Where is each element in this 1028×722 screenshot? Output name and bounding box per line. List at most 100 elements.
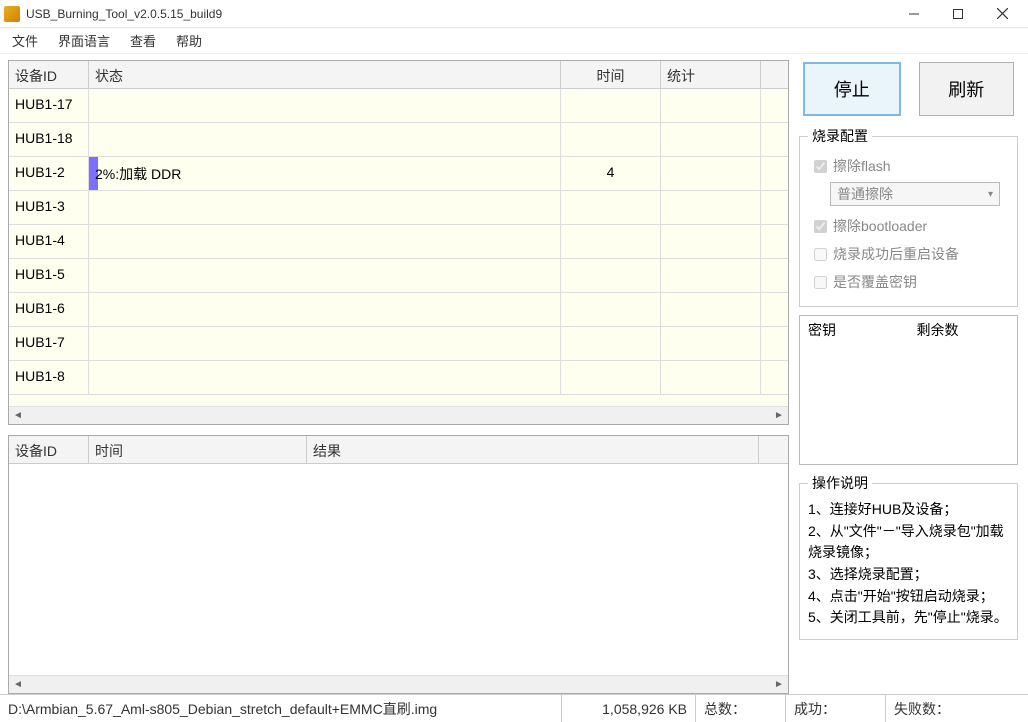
keys-th-remaining[interactable]: 剩余数 xyxy=(909,316,1018,342)
cell-time xyxy=(561,327,661,360)
instruction-line: 4、点击"开始"按钮启动烧录； xyxy=(808,586,1009,608)
cell-device-id: HUB1-17 xyxy=(9,89,89,122)
table-row[interactable]: HUB1-22%:加载 DDR 4 xyxy=(9,157,788,191)
cell-status xyxy=(89,361,561,394)
app-icon xyxy=(4,6,20,22)
table-row[interactable]: HUB1-8 xyxy=(9,361,788,395)
cell-device-id: HUB1-6 xyxy=(9,293,89,326)
cell-stats xyxy=(661,327,761,360)
status-bar: D:\Armbian_5.67_Aml-s805_Debian_stretch_… xyxy=(0,694,1028,722)
th2-device-id[interactable]: 设备ID xyxy=(9,436,89,463)
title-bar: USB_Burning_Tool_v2.0.5.15_build9 xyxy=(0,0,1028,28)
erase-bootloader-label: 擦除bootloader xyxy=(833,216,927,236)
status-text: 2%:加载 DDR xyxy=(89,164,554,184)
maximize-button[interactable] xyxy=(936,0,980,28)
cell-time xyxy=(561,225,661,258)
cell-device-id: HUB1-2 xyxy=(9,157,89,190)
menu-bar: 文件 界面语言 查看 帮助 xyxy=(0,28,1028,54)
instruction-line: 5、关闭工具前，先"停止"烧录。 xyxy=(808,607,1009,629)
erase-flash-checkbox[interactable] xyxy=(814,160,827,173)
cell-stats xyxy=(661,123,761,156)
scroll-right-icon[interactable]: ► xyxy=(770,676,788,693)
cell-status: 2%:加载 DDR xyxy=(89,157,561,190)
menu-help[interactable]: 帮助 xyxy=(168,28,210,53)
th-device-id[interactable]: 设备ID xyxy=(9,61,89,88)
cell-time xyxy=(561,123,661,156)
instruction-line: 2、从"文件"－"导入烧录包"加载烧录镜像； xyxy=(808,521,1009,564)
status-total-label: 总数： xyxy=(696,695,786,722)
reboot-after-checkbox[interactable] xyxy=(814,248,827,261)
keys-th-key[interactable]: 密钥 xyxy=(800,316,909,342)
cell-device-id: HUB1-4 xyxy=(9,225,89,258)
device-table: 设备ID 状态 时间 统计 HUB1-17HUB1-18HUB1-22%:加载 … xyxy=(8,60,789,425)
table-row[interactable]: HUB1-18 xyxy=(9,123,788,157)
cell-stats xyxy=(661,157,761,190)
status-image-size: 1,058,926 KB xyxy=(562,695,696,722)
cell-stats xyxy=(661,225,761,258)
close-button[interactable] xyxy=(980,0,1024,28)
result-table: 设备ID 时间 结果 ◄ ► xyxy=(8,435,789,694)
cell-device-id: HUB1-7 xyxy=(9,327,89,360)
cell-status xyxy=(89,259,561,292)
minimize-button[interactable] xyxy=(892,0,936,28)
instruction-line: 3、选择烧录配置； xyxy=(808,564,1009,586)
device-table-hscroll[interactable]: ◄ ► xyxy=(9,406,788,424)
cell-stats xyxy=(661,293,761,326)
menu-view[interactable]: 查看 xyxy=(122,28,164,53)
table-row[interactable]: HUB1-6 xyxy=(9,293,788,327)
result-table-body xyxy=(9,464,788,675)
th-status[interactable]: 状态 xyxy=(89,61,561,88)
table-row[interactable]: HUB1-7 xyxy=(9,327,788,361)
th-time[interactable]: 时间 xyxy=(561,61,661,88)
th-stats[interactable]: 统计 xyxy=(661,61,761,88)
result-table-hscroll[interactable]: ◄ ► xyxy=(9,675,788,693)
instructions-group: 操作说明 1、连接好HUB及设备； 2、从"文件"－"导入烧录包"加载烧录镜像；… xyxy=(799,473,1018,640)
erase-bootloader-checkbox[interactable] xyxy=(814,220,827,233)
menu-file[interactable]: 文件 xyxy=(4,28,46,53)
stop-button[interactable]: 停止 xyxy=(803,62,901,116)
cell-device-id: HUB1-18 xyxy=(9,123,89,156)
th2-time[interactable]: 时间 xyxy=(89,436,307,463)
cell-device-id: HUB1-5 xyxy=(9,259,89,292)
cell-time xyxy=(561,89,661,122)
scroll-left-icon[interactable]: ◄ xyxy=(9,676,27,693)
scroll-left-icon[interactable]: ◄ xyxy=(9,407,27,424)
result-table-header: 设备ID 时间 结果 xyxy=(9,436,788,464)
cell-time xyxy=(561,191,661,224)
cell-time xyxy=(561,259,661,292)
instruction-line: 1、连接好HUB及设备； xyxy=(808,499,1009,521)
erase-flash-label: 擦除flash xyxy=(833,156,891,176)
erase-mode-select[interactable]: 普通擦除 ▾ xyxy=(830,182,1000,206)
cell-time: 4 xyxy=(561,157,661,190)
refresh-button[interactable]: 刷新 xyxy=(919,62,1015,116)
scroll-right-icon[interactable]: ► xyxy=(770,407,788,424)
burn-config-legend: 烧录配置 xyxy=(808,126,872,146)
erase-mode-value: 普通擦除 xyxy=(837,184,893,204)
cell-status xyxy=(89,225,561,258)
menu-language[interactable]: 界面语言 xyxy=(50,28,118,53)
cell-status xyxy=(89,89,561,122)
status-fail-label: 失败数： xyxy=(886,695,1028,722)
cell-status xyxy=(89,191,561,224)
overwrite-key-checkbox[interactable] xyxy=(814,276,827,289)
keys-table: 密钥 剩余数 xyxy=(799,315,1018,465)
status-image-path: D:\Armbian_5.67_Aml-s805_Debian_stretch_… xyxy=(0,695,562,722)
burn-config-group: 烧录配置 擦除flash 普通擦除 ▾ 擦除bootloader 烧录成功后重启… xyxy=(799,126,1018,307)
cell-status xyxy=(89,293,561,326)
window-title: USB_Burning_Tool_v2.0.5.15_build9 xyxy=(26,7,892,21)
table-row[interactable]: HUB1-17 xyxy=(9,89,788,123)
cell-time xyxy=(561,293,661,326)
reboot-after-label: 烧录成功后重启设备 xyxy=(833,244,959,264)
overwrite-key-label: 是否覆盖密钥 xyxy=(833,272,917,292)
table-row[interactable]: HUB1-3 xyxy=(9,191,788,225)
cell-stats xyxy=(661,89,761,122)
table-row[interactable]: HUB1-5 xyxy=(9,259,788,293)
cell-stats xyxy=(661,191,761,224)
cell-device-id: HUB1-3 xyxy=(9,191,89,224)
instructions-legend: 操作说明 xyxy=(808,473,872,493)
table-row[interactable]: HUB1-4 xyxy=(9,225,788,259)
cell-stats xyxy=(661,259,761,292)
cell-status xyxy=(89,123,561,156)
th2-result[interactable]: 结果 xyxy=(307,436,759,463)
device-table-body: HUB1-17HUB1-18HUB1-22%:加载 DDR4HUB1-3HUB1… xyxy=(9,89,788,406)
